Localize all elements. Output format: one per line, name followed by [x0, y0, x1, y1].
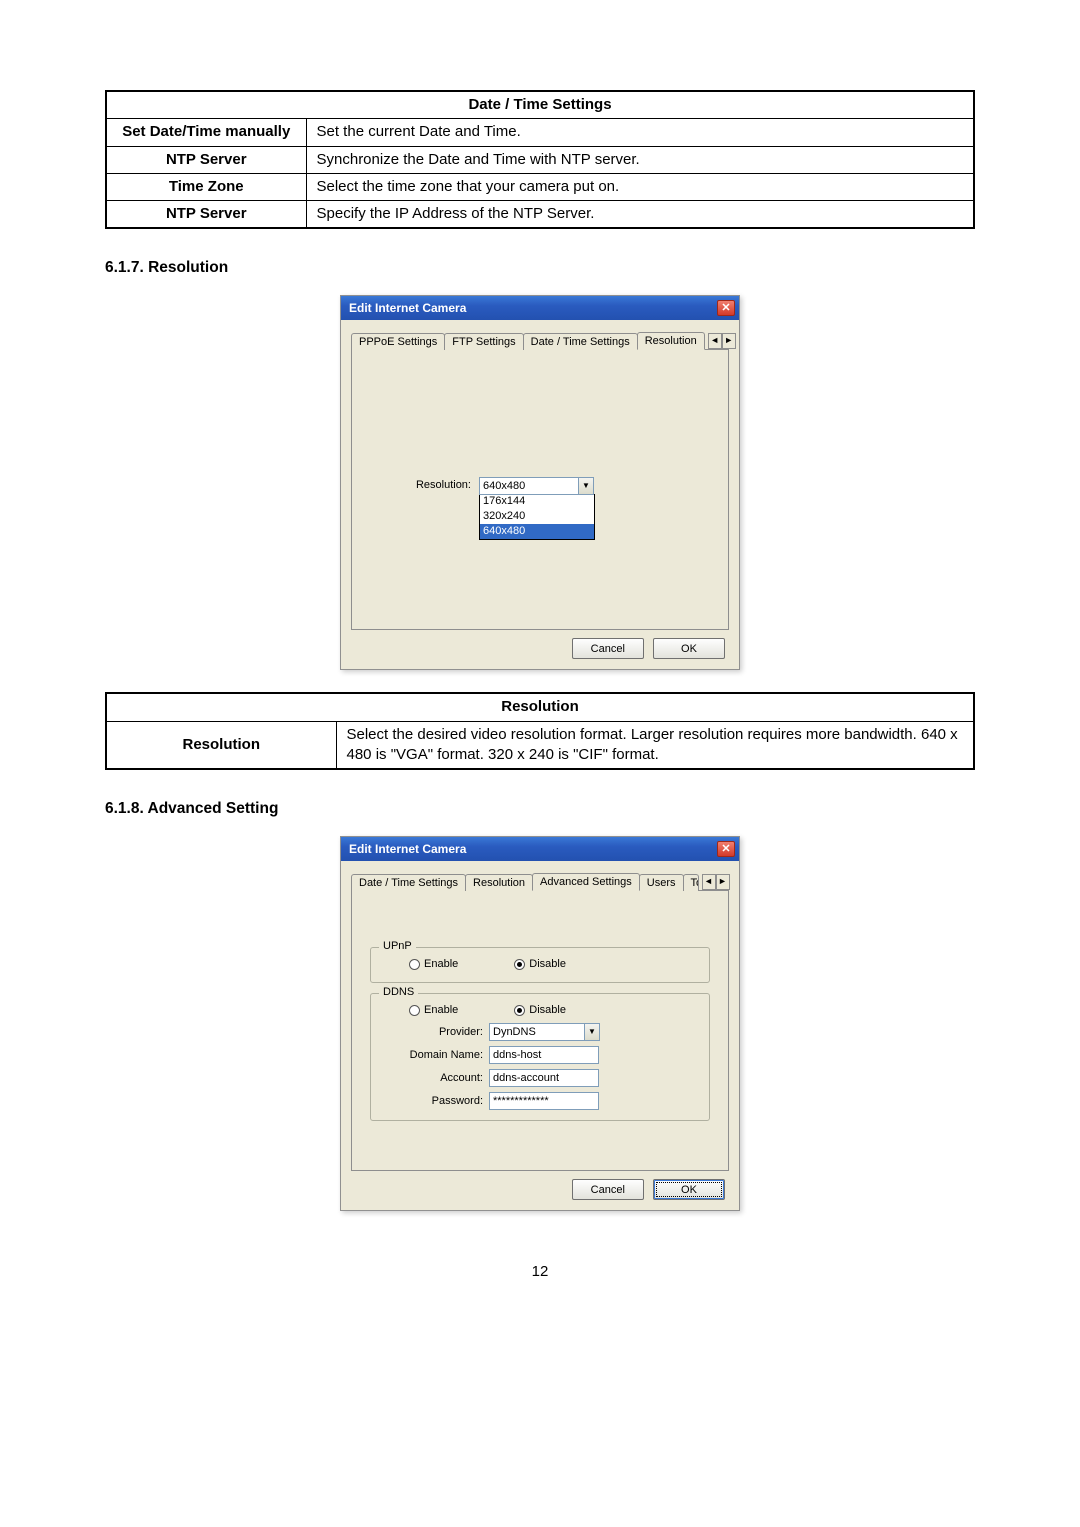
chevron-down-icon[interactable]: ▼ [579, 477, 594, 495]
row-label: Set Date/Time manually [106, 119, 306, 146]
radio-label: Disable [529, 958, 566, 970]
tab-resolution[interactable]: Resolution [637, 332, 705, 350]
resolution-option[interactable]: 640x480 [480, 524, 594, 539]
ok-button[interactable]: OK [653, 638, 725, 659]
provider-label: Provider: [381, 1026, 489, 1038]
tab-datetime[interactable]: Date / Time Settings [351, 874, 466, 891]
row-label: NTP Server [106, 201, 306, 229]
resolution-label: Resolution: [364, 477, 479, 491]
provider-value[interactable]: DynDNS [489, 1023, 585, 1041]
cancel-button[interactable]: Cancel [572, 1179, 644, 1200]
domain-name-input[interactable]: ddns-host [489, 1046, 599, 1064]
tab-truncated[interactable]: To [683, 874, 699, 891]
table-row: Set Date/Time manually Set the current D… [106, 119, 974, 146]
tab-datetime[interactable]: Date / Time Settings [523, 333, 638, 350]
row-desc: Specify the IP Address of the NTP Server… [306, 201, 974, 229]
tab-resolution[interactable]: Resolution [465, 874, 533, 891]
radio-icon [409, 959, 420, 970]
page-number: 12 [105, 1263, 975, 1280]
tab-scroll-right-icon[interactable]: ► [722, 333, 736, 349]
resolution-dialog: Edit Internet Camera ✕ PPPoE Settings FT… [340, 295, 740, 670]
tab-scroll-left-icon[interactable]: ◄ [702, 874, 716, 890]
dialog-title: Edit Internet Camera [349, 837, 466, 861]
ok-button[interactable]: OK [653, 1179, 725, 1200]
resolution-option[interactable]: 320x240 [480, 509, 594, 524]
tab-strip: Date / Time Settings Resolution Advanced… [351, 869, 729, 891]
row-label: NTP Server [106, 146, 306, 173]
ddns-disable-radio[interactable]: Disable [514, 1004, 566, 1016]
section-heading-resolution: 6.1.7. Resolution [105, 259, 975, 277]
dialog-titlebar: Edit Internet Camera ✕ [341, 837, 739, 861]
upnp-legend: UPnP [379, 940, 416, 952]
account-input[interactable]: ddns-account [489, 1069, 599, 1087]
ddns-fieldset: DDNS Enable Disable Provider: [370, 993, 710, 1121]
resolution-settings-table: Resolution Resolution Select the desired… [105, 692, 975, 770]
close-icon[interactable]: ✕ [717, 841, 735, 857]
cancel-button[interactable]: Cancel [572, 638, 644, 659]
tab-users[interactable]: Users [639, 874, 684, 891]
resolution-value[interactable]: 640x480 [479, 477, 579, 495]
table-header: Date / Time Settings [106, 91, 974, 119]
table-row: NTP Server Synchronize the Date and Time… [106, 146, 974, 173]
row-desc: Select the time zone that your camera pu… [306, 173, 974, 200]
ddns-legend: DDNS [379, 986, 418, 998]
tab-scroll-left-icon[interactable]: ◄ [708, 333, 722, 349]
radio-label: Enable [424, 1004, 458, 1016]
close-icon[interactable]: ✕ [717, 300, 735, 316]
ddns-enable-radio[interactable]: Enable [409, 1004, 458, 1016]
row-label: Time Zone [106, 173, 306, 200]
section-heading-advanced: 6.1.8. Advanced Setting [105, 800, 975, 818]
resolution-option[interactable]: 176x144 [480, 494, 594, 509]
chevron-down-icon[interactable]: ▼ [585, 1023, 600, 1041]
dialog-title: Edit Internet Camera [349, 296, 466, 320]
row-desc: Synchronize the Date and Time with NTP s… [306, 146, 974, 173]
password-label: Password: [381, 1095, 489, 1107]
upnp-fieldset: UPnP Enable Disable [370, 947, 710, 983]
domain-name-label: Domain Name: [381, 1049, 489, 1061]
tab-pane: Resolution: 640x480▼ 176x144 320x240 640… [351, 350, 729, 630]
table-header: Resolution [106, 693, 974, 721]
row-desc: Select the desired video resolution form… [336, 721, 974, 769]
resolution-option-list: 176x144 320x240 640x480 [479, 494, 595, 540]
table-row: Time Zone Select the time zone that your… [106, 173, 974, 200]
tab-ftp[interactable]: FTP Settings [444, 333, 523, 350]
table-row: Resolution Select the desired video reso… [106, 721, 974, 769]
radio-label: Enable [424, 958, 458, 970]
tab-pane: UPnP Enable Disable DDNS [351, 891, 729, 1171]
tab-scroll-right-icon[interactable]: ► [716, 874, 730, 890]
radio-icon [514, 1005, 525, 1016]
tab-strip: PPPoE Settings FTP Settings Date / Time … [351, 328, 729, 350]
radio-icon [514, 959, 525, 970]
row-desc: Set the current Date and Time. [306, 119, 974, 146]
radio-label: Disable [529, 1004, 566, 1016]
resolution-combo[interactable]: 640x480▼ [479, 477, 594, 495]
provider-combo[interactable]: DynDNS▼ [489, 1023, 600, 1041]
radio-icon [409, 1005, 420, 1016]
advanced-dialog: Edit Internet Camera ✕ Date / Time Setti… [340, 836, 740, 1211]
password-input[interactable]: ************* [489, 1092, 599, 1110]
table-row: NTP Server Specify the IP Address of the… [106, 201, 974, 229]
row-label: Resolution [106, 721, 336, 769]
account-label: Account: [381, 1072, 489, 1084]
dialog-titlebar: Edit Internet Camera ✕ [341, 296, 739, 320]
upnp-disable-radio[interactable]: Disable [514, 958, 566, 970]
datetime-settings-table: Date / Time Settings Set Date/Time manua… [105, 90, 975, 229]
tab-advanced[interactable]: Advanced Settings [532, 873, 640, 891]
upnp-enable-radio[interactable]: Enable [409, 958, 458, 970]
tab-pppoe[interactable]: PPPoE Settings [351, 333, 445, 350]
